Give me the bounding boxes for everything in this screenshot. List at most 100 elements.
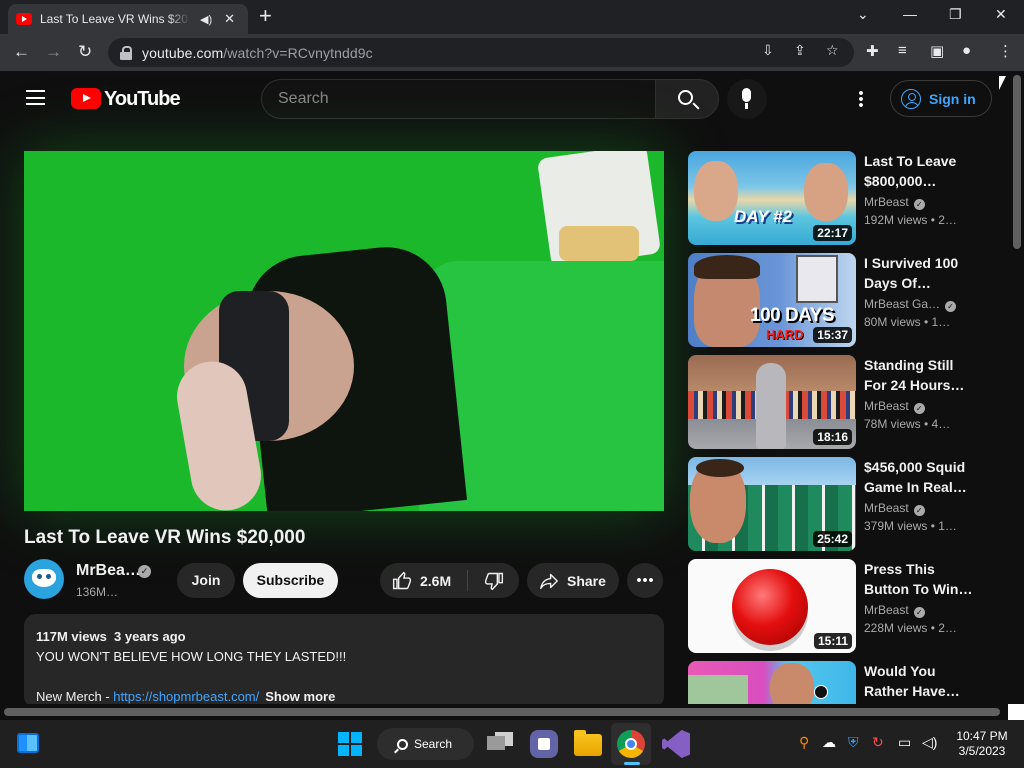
- tab-search-chevron-icon[interactable]: ⌄: [857, 6, 869, 23]
- chrome-app-icon[interactable]: [617, 730, 645, 758]
- restore-icon[interactable]: ❐: [949, 6, 962, 23]
- tab-title: Last To Leave VR Wins $20,000: [40, 12, 190, 26]
- recommendation-item[interactable]: 100 DAYS HARD 15:37 I Survived 100 Days O…: [688, 253, 988, 347]
- sign-in-button[interactable]: Sign in: [890, 80, 992, 117]
- minimize-icon[interactable]: —: [903, 6, 917, 22]
- youtube-wordmark[interactable]: YouTube: [104, 88, 181, 111]
- teams-chat-icon[interactable]: [530, 730, 558, 758]
- channel-name[interactable]: MrBea…: [76, 562, 141, 580]
- video-thumbnail[interactable]: 15:11: [688, 559, 856, 653]
- video-duration: 25:42: [813, 531, 852, 547]
- fries-shape: [559, 226, 639, 261]
- like-button[interactable]: 2.6M: [380, 563, 467, 598]
- address-bar[interactable]: youtube.com/watch?v=RCvnytndd9c: [108, 38, 854, 67]
- recommendation-item[interactable]: Would You Rather Have…: [688, 661, 988, 704]
- vertical-scrollbar[interactable]: [1010, 71, 1024, 704]
- dislike-button[interactable]: [468, 563, 519, 598]
- profile-icon[interactable]: ●: [962, 42, 971, 59]
- horizontal-scroll-thumb[interactable]: [4, 708, 1000, 716]
- tab-close-icon[interactable]: ✕: [224, 11, 235, 27]
- browser-toolbar: ← → ↻ youtube.com/watch?v=RCvnytndd9c ⇩ …: [0, 34, 1024, 71]
- more-actions-button[interactable]: [627, 563, 663, 598]
- recommendation-meta: 228M views • 2…: [864, 621, 957, 635]
- recommendation-item[interactable]: DAY #2 22:17 Last To Leave $800,000… MrBe…: [688, 151, 988, 245]
- search-icon: [397, 738, 408, 750]
- video-thumbnail[interactable]: 18:16: [688, 355, 856, 449]
- visual-studio-icon[interactable]: [662, 730, 690, 758]
- extensions-puzzle-icon[interactable]: ✚: [866, 42, 879, 60]
- video-thumbnail[interactable]: [688, 661, 856, 704]
- recommendation-channel[interactable]: MrBeast ✓: [864, 603, 925, 618]
- chrome-menu-icon[interactable]: ⋮: [998, 42, 1013, 60]
- vertical-scroll-thumb[interactable]: [1013, 75, 1021, 249]
- description-line: YOU WON'T BELIEVE HOW LONG THEY LASTED!!…: [36, 649, 347, 664]
- youtube-logo-icon[interactable]: [71, 88, 101, 109]
- reload-icon[interactable]: ↻: [78, 42, 92, 62]
- lock-icon[interactable]: [120, 45, 132, 60]
- new-tab-icon[interactable]: +: [259, 5, 272, 27]
- forward-arrow-icon[interactable]: →: [45, 42, 62, 62]
- search-box[interactable]: [261, 79, 656, 119]
- recommendation-title: Would You Rather Have…: [864, 663, 960, 699]
- video-thumbnail[interactable]: 25:42: [688, 457, 856, 551]
- recommendation-title: Last To Leave $800,000…: [864, 153, 957, 189]
- settings-more-icon[interactable]: [859, 90, 863, 108]
- join-button[interactable]: Join: [177, 563, 235, 598]
- merch-link[interactable]: https://shopmrbeast.com/: [113, 689, 259, 704]
- media-queue-icon[interactable]: ≡: [898, 42, 907, 59]
- recommendation-item[interactable]: 15:11 Press This Button To Win… MrBeast ✓ …: [688, 559, 988, 653]
- channel-avatar[interactable]: [24, 559, 64, 599]
- file-explorer-icon[interactable]: [574, 730, 602, 756]
- back-arrow-icon[interactable]: ←: [13, 42, 30, 62]
- recommendation-title: I Survived 100 Days Of…: [864, 255, 959, 291]
- recommendation-channel[interactable]: MrBeast ✓: [864, 501, 925, 516]
- speaker-icon[interactable]: ◀): [200, 13, 212, 26]
- verified-check-icon: ✓: [913, 403, 925, 414]
- taskbar-search-button[interactable]: Search: [377, 728, 474, 760]
- recommendation-channel[interactable]: MrBeast ✓: [864, 399, 925, 414]
- hamburger-menu-icon[interactable]: [26, 90, 45, 105]
- share-button[interactable]: Share: [527, 563, 619, 598]
- recommendation-meta: 379M views • 1…: [864, 519, 957, 533]
- thumbs-up-icon: [392, 571, 412, 589]
- verified-check-icon: ✓: [913, 505, 925, 516]
- browser-tab[interactable]: Last To Leave VR Wins $20,000 ◀) ✕: [8, 4, 248, 34]
- recommendation-item[interactable]: 18:16 Standing Still For 24 Hours… MrBeas…: [688, 355, 988, 449]
- windows-start-icon[interactable]: [338, 732, 362, 756]
- video-thumbnail[interactable]: 100 DAYS HARD 15:37: [688, 253, 856, 347]
- horizontal-scrollbar[interactable]: [0, 704, 1010, 720]
- like-dislike-group: 2.6M: [380, 563, 519, 598]
- description-box[interactable]: 117M views 3 years ago YOU WON'T BELIEVE…: [24, 614, 664, 708]
- search-button[interactable]: [655, 79, 719, 119]
- defender-shield-icon[interactable]: ⛨: [848, 734, 859, 751]
- recommendation-channel[interactable]: MrBeast ✓: [864, 195, 925, 210]
- thumbnail-text: 100 DAYS: [750, 305, 835, 326]
- video-title: Last To Leave VR Wins $20,000: [24, 527, 306, 548]
- bookmark-star-icon[interactable]: ☆: [826, 42, 839, 59]
- youtube-masthead: YouTube Sign in: [0, 71, 1010, 127]
- window-close-icon[interactable]: ✕: [995, 6, 1007, 23]
- cloud-sync-icon[interactable]: ☁: [822, 734, 836, 751]
- search-input[interactable]: [262, 80, 656, 118]
- search-tray-icon[interactable]: ⚲: [799, 734, 809, 751]
- video-thumbnail[interactable]: DAY #2 22:17: [688, 151, 856, 245]
- task-view-icon[interactable]: [487, 730, 515, 758]
- display-icon[interactable]: ▭: [898, 734, 911, 751]
- show-more-button[interactable]: Show more: [265, 689, 335, 704]
- running-app-indicator: [624, 762, 640, 765]
- recommendation-item[interactable]: 25:42 $456,000 Squid Game In Real… MrBeas…: [688, 457, 988, 551]
- subscribe-button[interactable]: Subscribe: [243, 563, 338, 598]
- recommendation-channel[interactable]: MrBeast Ga… ✓: [864, 297, 957, 312]
- like-count: 2.6M: [420, 572, 452, 589]
- sign-in-label: Sign in: [929, 90, 976, 107]
- update-status-icon[interactable]: ↻: [872, 734, 884, 751]
- side-panel-icon[interactable]: ▣: [930, 42, 944, 60]
- voice-search-button[interactable]: [727, 79, 767, 119]
- install-app-icon[interactable]: ⇩: [762, 42, 774, 59]
- url-text[interactable]: youtube.com/watch?v=RCvnytndd9c: [142, 45, 373, 61]
- system-clock[interactable]: 10:47 PM 3/5/2023: [950, 729, 1014, 759]
- video-player[interactable]: [24, 151, 664, 511]
- widgets-icon[interactable]: [17, 733, 39, 753]
- volume-icon[interactable]: ◁): [922, 734, 937, 751]
- share-page-icon[interactable]: ⇪: [794, 42, 806, 59]
